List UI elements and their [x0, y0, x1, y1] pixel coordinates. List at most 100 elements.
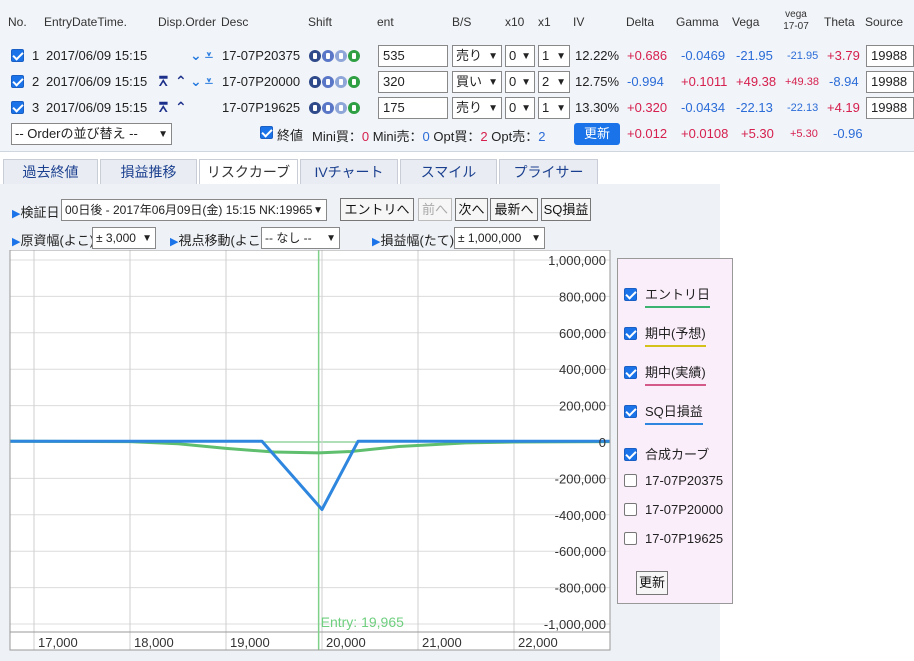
total-vega: +5.30	[741, 126, 774, 141]
chevron-down-icon: ▼	[531, 233, 541, 244]
shift-down-icon[interactable]	[322, 50, 334, 62]
shift-reset-icon[interactable]	[335, 102, 347, 114]
legend-checkbox[interactable]	[624, 448, 637, 461]
order-top-icon[interactable]: ⩞	[159, 73, 168, 90]
legend-label: 期中(予想)	[645, 323, 706, 347]
verify-date-select[interactable]: 00日後 - 2017年06月09日(金) 15:15 NK:19965 ▼	[61, 199, 327, 221]
shift-reset-icon[interactable]	[335, 50, 347, 62]
source-input[interactable]: 19988	[866, 45, 914, 67]
row-checkbox[interactable]	[11, 49, 24, 62]
risk-curve-chart[interactable]: 1,000,000 800,000 600,000 400,000 200,000 0 -2…	[0, 250, 612, 661]
header-disp-order: Disp.Order	[158, 15, 217, 29]
x-tick-label: 21,000	[422, 635, 462, 650]
source-input[interactable]: 19988	[866, 97, 914, 119]
shift-apply-icon[interactable]	[348, 76, 360, 88]
shift-up-icon[interactable]	[309, 102, 321, 114]
tab-pl-history[interactable]: 損益推移	[100, 159, 197, 184]
x10-select[interactable]: 0 ▼	[505, 97, 535, 119]
view-shift-select[interactable]: -- なし -- ▼	[261, 227, 340, 249]
order-top-icon[interactable]: ⩞	[159, 99, 168, 116]
tab-risk-curve[interactable]: リスクカーブ	[199, 159, 298, 185]
entry-price-input[interactable]: 535	[378, 45, 448, 67]
legend-checkbox[interactable]	[624, 474, 637, 487]
total-gamma: +0.0108	[681, 126, 729, 141]
next-button[interactable]: 次へ	[455, 198, 488, 221]
row-checkbox[interactable]	[11, 101, 24, 114]
x1-select[interactable]: 1 ▼	[538, 97, 570, 119]
view-shift-label-text: 視点移動(よこ)	[178, 233, 266, 248]
shift-down-icon[interactable]	[322, 102, 334, 114]
shift-reset-icon[interactable]	[335, 76, 347, 88]
legend-update-button[interactable]: 更新	[636, 571, 668, 595]
legend-label: 17-07P20375	[645, 473, 724, 488]
price-range-value: ± 3,000	[96, 231, 136, 245]
tab-pricer[interactable]: プライサー	[499, 159, 598, 184]
order-down-icon[interactable]: ⌄	[190, 73, 202, 90]
legend-checkbox[interactable]	[624, 366, 637, 379]
buy-sell-select[interactable]: 売り ▼	[452, 97, 502, 119]
legend-item-midterm-forecast[interactable]: 期中(予想)	[624, 323, 706, 347]
legend-item-leg-2[interactable]: 17-07P20000	[624, 502, 723, 520]
header-iv: IV	[573, 15, 585, 29]
order-down-icon[interactable]: ⌄	[190, 47, 202, 64]
total-theta: -0.96	[833, 126, 863, 141]
tab-iv-chart[interactable]: IVチャート	[300, 159, 398, 184]
x10-select[interactable]: 0 ▼	[505, 71, 535, 93]
row-entry-datetime: 2017/06/09 15:15	[46, 74, 148, 89]
close-price-checkbox[interactable]	[260, 126, 273, 139]
update-button[interactable]: 更新	[574, 123, 620, 145]
row-gamma: +0.1011	[681, 74, 728, 89]
shift-down-icon[interactable]	[322, 76, 334, 88]
shift-up-icon[interactable]	[309, 50, 321, 62]
y-tick-label: -400,000	[555, 508, 606, 523]
latest-button[interactable]: 最新へ	[490, 198, 538, 221]
legend-item-entry-day[interactable]: エントリ日	[624, 284, 711, 308]
y-tick-label: 200,000	[559, 399, 606, 414]
order-up-icon[interactable]: ⌃	[175, 73, 187, 90]
total-delta: +0.012	[627, 126, 668, 141]
sq-pl-button[interactable]: SQ損益	[541, 198, 591, 221]
legend-item-combined-curve[interactable]: 合成カーブ	[624, 444, 709, 466]
shift-up-icon[interactable]	[309, 76, 321, 88]
chevron-down-icon: ▼	[556, 103, 566, 114]
source-input[interactable]: 19988	[866, 71, 914, 93]
pl-range-select[interactable]: ± 1,000,000 ▼	[454, 227, 545, 249]
legend-item-sq-pl[interactable]: SQ日損益	[624, 401, 703, 425]
tab-past-close[interactable]: 過去終値	[3, 159, 98, 184]
verify-date-value: 00日後 - 2017年06月09日(金) 15:15 NK:19965	[65, 203, 313, 217]
shift-apply-icon[interactable]	[348, 50, 360, 62]
y-tick-label: 0	[599, 435, 606, 450]
row-checkbox[interactable]	[11, 75, 24, 88]
x-tick-label: 19,000	[230, 635, 270, 650]
header-delta: Delta	[626, 15, 655, 29]
y-tick-label: 1,000,000	[548, 253, 606, 268]
legend-item-leg-1[interactable]: 17-07P20375	[624, 473, 723, 491]
legend-item-leg-3[interactable]: 17-07P19625	[624, 531, 723, 549]
prev-button[interactable]: 前へ	[418, 198, 452, 221]
shift-icons	[309, 49, 361, 64]
x1-select[interactable]: 2 ▼	[538, 71, 570, 93]
legend-checkbox[interactable]	[624, 327, 637, 340]
legend-checkbox[interactable]	[624, 405, 637, 418]
goto-entry-button[interactable]: エントリへ	[340, 198, 414, 221]
legend-checkbox[interactable]	[624, 503, 637, 516]
chevron-down-icon: ▼	[521, 103, 531, 114]
buy-sell-select[interactable]: 売り ▼	[452, 45, 502, 67]
order-up-icon[interactable]: ⌃	[175, 99, 187, 116]
shift-apply-icon[interactable]	[348, 102, 360, 114]
entry-price-input[interactable]: 175	[378, 97, 448, 119]
x10-select[interactable]: 0 ▼	[505, 45, 535, 67]
legend-checkbox[interactable]	[624, 288, 637, 301]
tab-smile[interactable]: スマイル	[400, 159, 497, 184]
y-tick-label: 400,000	[559, 362, 606, 377]
pl-range-label-text: 損益幅(たて)	[380, 233, 455, 248]
x1-select[interactable]: 1 ▼	[538, 45, 570, 67]
buy-sell-select[interactable]: 買い ▼	[452, 71, 502, 93]
entry-price-input[interactable]: 320	[378, 71, 448, 93]
order-sort-select[interactable]: -- Orderの並び替え -- ▼	[11, 123, 172, 145]
legend-checkbox[interactable]	[624, 532, 637, 545]
order-bottom-icon[interactable]: ⩡	[205, 47, 213, 64]
order-bottom-icon[interactable]: ⩡	[205, 73, 213, 90]
legend-item-midterm-actual[interactable]: 期中(実績)	[624, 362, 706, 386]
price-range-select[interactable]: ± 3,000 ▼	[92, 227, 156, 249]
